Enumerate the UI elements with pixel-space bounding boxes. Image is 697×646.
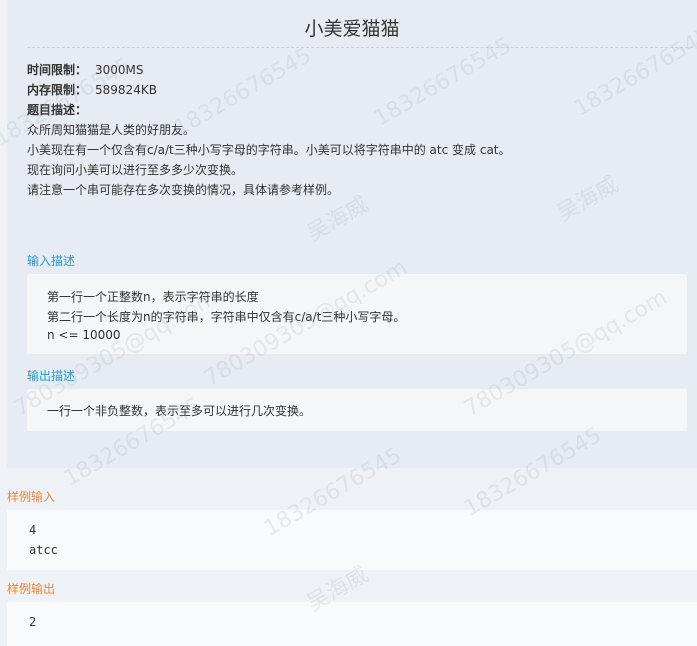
description-line: 现在询问小美可以进行至多多少次变换。 [27, 163, 244, 177]
output-description-box: 一行一个非负整数，表示至多可以进行几次变换。 [27, 389, 687, 431]
sample-output-box[interactable]: 2 [7, 602, 697, 646]
description-line: 请注意一个串可能存在多次变换的情况，具体请参考样例。 [27, 183, 340, 197]
output-description-line: 一行一个非负整数，表示至多可以进行几次变换。 [47, 404, 312, 418]
sample-input-line: atcc [29, 543, 58, 557]
input-description-line: n <= 10000 [47, 328, 121, 342]
output-description-label: 输出描述 [27, 369, 76, 383]
memory-limit-value: 589824KB [95, 83, 157, 97]
memory-limit-label: 内存限制： [27, 83, 88, 97]
problem-panel: 小美爱猫猫 时间限制： 3000MS 内存限制： 589824KB 题目描述： 众所… [7, 0, 697, 468]
input-description-box: 第一行一个正整数n，表示字符串的长度 第二行一个长度为n的字符串，字符串中仅含有… [27, 274, 687, 354]
description-label: 题目描述： [27, 103, 88, 117]
problem-title: 小美爱猫猫 [304, 18, 400, 40]
description-line: 众所周知猫猫是人类的好朋友。 [27, 123, 196, 137]
time-limit-label: 时间限制： [27, 63, 88, 77]
time-limit-row: 时间限制： 3000MS [27, 60, 144, 80]
memory-limit-row: 内存限制： 589824KB [27, 80, 157, 100]
sample-output-label: 样例输出 [7, 582, 56, 596]
sample-output-line: 2 [29, 615, 37, 629]
sample-input-line: 4 [29, 523, 37, 537]
title-divider [27, 47, 693, 48]
sample-input-label: 样例输入 [7, 490, 56, 504]
input-description-line: 第二行一个长度为n的字符串，字符串中仅含有c/a/t三种小写字母。 [47, 310, 406, 324]
input-description-line: 第一行一个正整数n，表示字符串的长度 [47, 290, 259, 304]
time-limit-value: 3000MS [95, 63, 144, 77]
sample-input-box[interactable]: 4 atcc [7, 510, 697, 570]
description-heading: 题目描述： [27, 100, 87, 120]
input-description-label: 输入描述 [27, 254, 76, 268]
description-line: 小美现在有一个仅含有c/a/t三种小写字母的字符串。小美可以将字符串中的 atc… [27, 143, 511, 157]
